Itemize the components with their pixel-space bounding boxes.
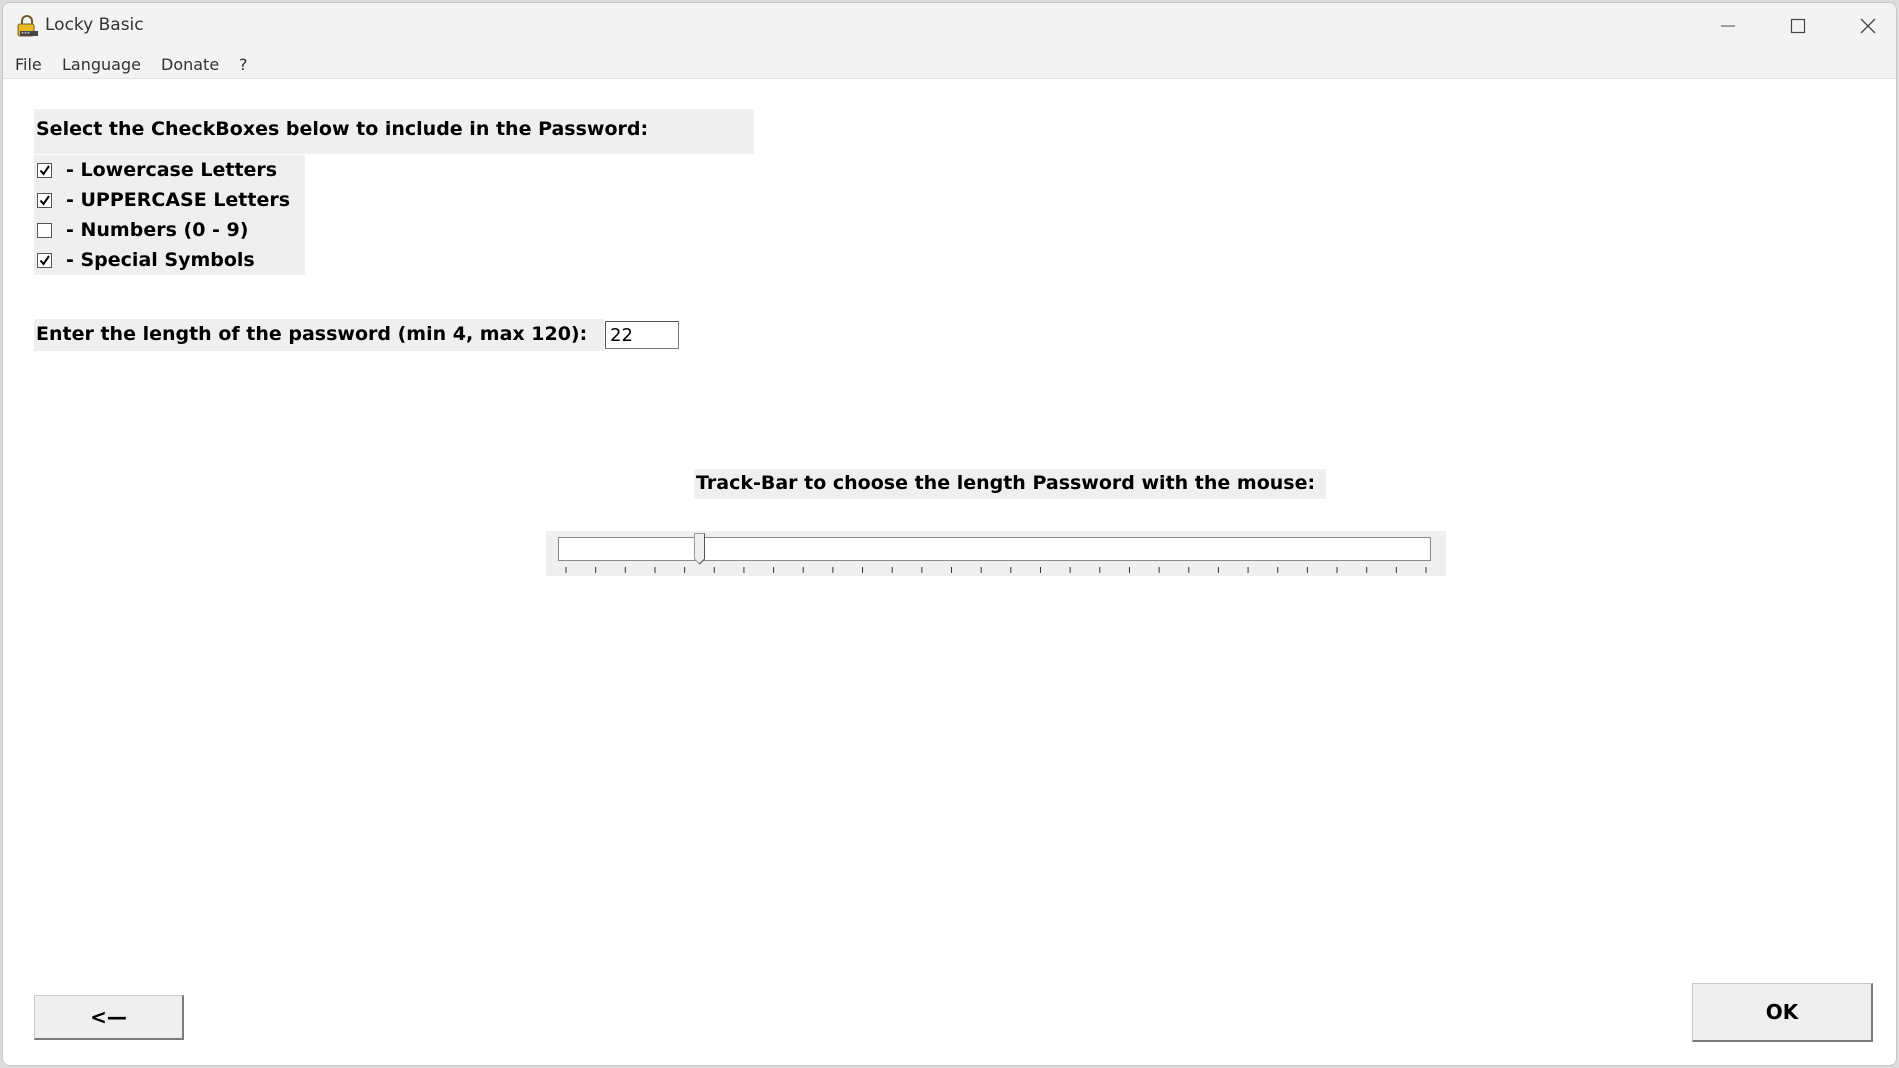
checkbox-label: - Special Symbols (66, 249, 255, 271)
length-trackbar[interactable] (546, 531, 1446, 576)
menu-donate[interactable]: Donate (161, 55, 219, 74)
checkbox[interactable] (37, 162, 52, 178)
checkbox-uppercase[interactable]: - UPPERCASE Letters (34, 185, 290, 215)
window-title: Locky Basic (45, 15, 144, 35)
main-content: Select the CheckBoxes below to include i… (3, 79, 1896, 1065)
checkmark-icon (39, 254, 50, 266)
back-button[interactable]: <— (34, 995, 184, 1040)
trackbar-label: Track-Bar to choose the length Password … (694, 469, 1326, 499)
menu-help[interactable]: ? (239, 55, 248, 74)
menu-file[interactable]: File (15, 55, 42, 74)
minimize-icon (1721, 25, 1735, 27)
length-input[interactable] (605, 321, 679, 349)
menu-bar: File Language Donate ? (3, 49, 1896, 79)
app-window: *** Locky Basic File Language Donate ? S… (2, 2, 1897, 1066)
trackbar-ticks (565, 567, 1427, 573)
svg-text:***: *** (21, 32, 30, 38)
checkmark-icon (39, 164, 50, 176)
checkbox-label: - UPPERCASE Letters (66, 189, 291, 211)
checkbox[interactable] (37, 192, 52, 208)
ok-button[interactable]: OK (1692, 983, 1873, 1042)
trackbar-channel (558, 537, 1431, 561)
checkbox-group: - Lowercase Letters - UPPERCASE Letters … (34, 155, 305, 275)
length-label: Enter the length of the password (min 4,… (34, 319, 604, 351)
checkbox[interactable] (37, 252, 52, 268)
lock-app-icon: *** (17, 15, 38, 38)
maximize-icon (1790, 18, 1806, 34)
minimize-button[interactable] (1693, 3, 1763, 49)
close-icon (1860, 18, 1876, 34)
checkbox-special-symbols[interactable]: - Special Symbols (34, 245, 255, 275)
maximize-button[interactable] (1763, 3, 1833, 49)
close-button[interactable] (1833, 3, 1896, 49)
checkbox-lowercase[interactable]: - Lowercase Letters (34, 155, 277, 185)
checkbox-label: - Lowercase Letters (66, 159, 278, 181)
checkbox[interactable] (37, 222, 52, 238)
menu-language[interactable]: Language (62, 55, 141, 74)
title-bar[interactable]: *** Locky Basic (3, 3, 1896, 49)
trackbar-thumb[interactable] (694, 533, 706, 565)
checkbox-label: - Numbers (0 - 9) (66, 219, 249, 241)
checkbox-numbers[interactable]: - Numbers (0 - 9) (34, 215, 248, 245)
checkbox-section-heading: Select the CheckBoxes below to include i… (34, 109, 754, 154)
checkmark-icon (39, 194, 50, 206)
